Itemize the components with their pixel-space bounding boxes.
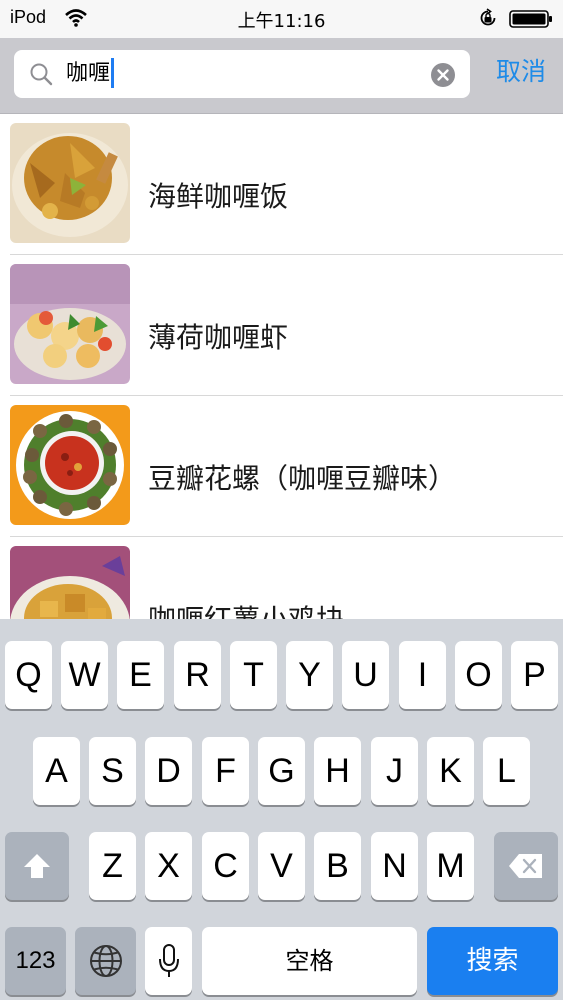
key-l[interactable]: L	[483, 737, 530, 805]
key-q[interactable]: Q	[5, 641, 52, 709]
key-w[interactable]: W	[61, 641, 108, 709]
key-h[interactable]: H	[314, 737, 361, 805]
clear-icon[interactable]	[430, 62, 456, 88]
list-item[interactable]: 海鲜咖喱饭	[0, 114, 563, 255]
key-r[interactable]: R	[174, 641, 221, 709]
list-item[interactable]: 咖喱红薯小鸡块	[0, 537, 563, 619]
orientation-lock-icon	[480, 8, 496, 26]
shift-key[interactable]	[5, 832, 69, 900]
key-d[interactable]: D	[145, 737, 192, 805]
key-s[interactable]: S	[89, 737, 136, 805]
backspace-icon	[509, 854, 542, 878]
key-e[interactable]: E	[117, 641, 164, 709]
food-thumbnail	[10, 546, 130, 619]
key-o[interactable]: O	[455, 641, 502, 709]
numbers-key[interactable]: 123	[5, 927, 66, 995]
dictation-key[interactable]	[145, 927, 192, 995]
cancel-button[interactable]: 取消	[484, 52, 558, 92]
keyboard: Q W E R T Y U I O P A S D F G H J K L Z …	[0, 619, 563, 1000]
key-b[interactable]: B	[314, 832, 361, 900]
list-item[interactable]: 豆瓣花螺（咖喱豆瓣味）	[0, 396, 563, 537]
key-m[interactable]: M	[427, 832, 474, 900]
text-cursor	[111, 58, 115, 88]
food-thumbnail	[10, 123, 130, 243]
search-key[interactable]: 搜索	[427, 927, 558, 995]
key-u[interactable]: U	[342, 641, 389, 709]
globe-icon	[89, 945, 122, 977]
result-title: 海鲜咖喱饭	[148, 180, 289, 213]
search-input[interactable]: 咖喱	[14, 50, 470, 98]
space-key[interactable]: 空格	[202, 927, 417, 995]
key-a[interactable]: A	[33, 737, 80, 805]
key-y[interactable]: Y	[286, 641, 333, 709]
globe-key[interactable]	[75, 927, 136, 995]
key-z[interactable]: Z	[89, 832, 136, 900]
results-list: 海鲜咖喱饭 薄荷咖喱虾 豆瓣花螺（咖喱豆瓣味）	[0, 114, 563, 619]
key-f[interactable]: F	[202, 737, 249, 805]
result-title: 豆瓣花螺（咖喱豆瓣味）	[148, 462, 457, 495]
search-header: 咖喱 取消	[0, 38, 563, 114]
key-i[interactable]: I	[399, 641, 446, 709]
key-k[interactable]: K	[427, 737, 474, 805]
key-x[interactable]: X	[145, 832, 192, 900]
battery-icon	[509, 10, 552, 28]
result-title: 咖喱红薯小鸡块	[148, 598, 344, 619]
food-thumbnail	[10, 405, 130, 525]
key-p[interactable]: P	[511, 641, 558, 709]
key-t[interactable]: T	[230, 641, 277, 709]
key-v[interactable]: V	[258, 832, 305, 900]
microphone-icon	[158, 944, 179, 977]
shift-icon	[24, 854, 50, 878]
status-bar: iPod 上午11:16	[0, 0, 563, 38]
search-value: 咖喱	[66, 58, 115, 90]
key-j[interactable]: J	[371, 737, 418, 805]
list-item[interactable]: 薄荷咖喱虾	[0, 255, 563, 396]
search-icon	[30, 63, 53, 86]
result-title: 薄荷咖喱虾	[148, 321, 289, 354]
key-c[interactable]: C	[202, 832, 249, 900]
key-n[interactable]: N	[371, 832, 418, 900]
backspace-key[interactable]	[494, 832, 558, 900]
key-g[interactable]: G	[258, 737, 305, 805]
food-thumbnail	[10, 264, 130, 384]
